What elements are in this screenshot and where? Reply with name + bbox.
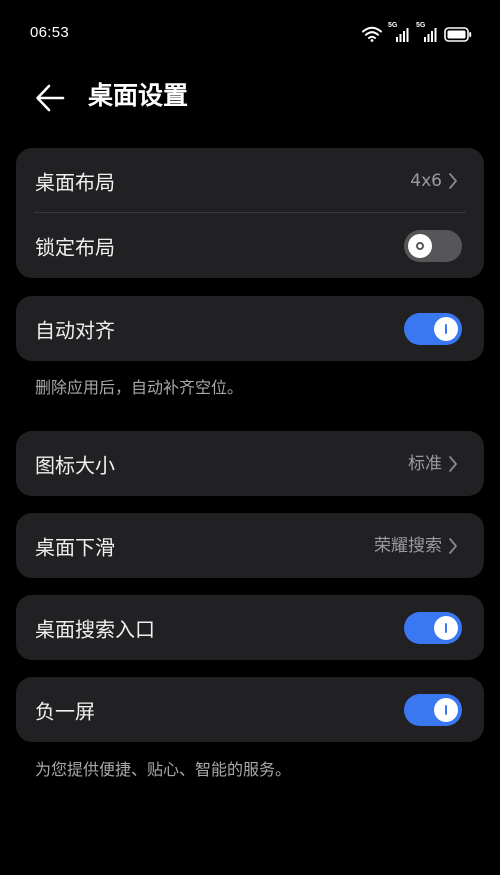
icon-size-card: 图标大小 标准 <box>16 431 484 496</box>
desktop-layout-value-text: 4x6 <box>410 170 442 191</box>
status-bar: 06:53 5G 5G <box>0 0 500 68</box>
search-entry-toggle[interactable] <box>404 611 462 644</box>
battery-icon <box>444 26 472 42</box>
swipe-down-value-text: 荣耀搜索 <box>374 535 442 556</box>
signal-icon: 5G <box>416 22 438 42</box>
swipe-down-row[interactable]: 桌面下滑 荣耀搜索 <box>16 513 484 578</box>
status-icons: 5G 5G <box>362 22 472 44</box>
auto-align-hint: 删除应用后，自动补齐空位。 <box>35 378 244 397</box>
status-time: 06:53 <box>30 24 70 41</box>
minus-one-screen-hint: 为您提供便捷、贴心、智能的服务。 <box>35 760 292 779</box>
minus-one-screen-label: 负一屏 <box>35 699 95 723</box>
swipe-down-value: 荣耀搜索 <box>374 536 458 556</box>
auto-align-toggle[interactable] <box>404 312 462 345</box>
search-entry-row: 桌面搜索入口 <box>16 595 484 660</box>
lock-layout-label: 锁定布局 <box>35 235 115 259</box>
desktop-layout-label: 桌面布局 <box>35 170 115 194</box>
signal-icon: 5G <box>388 22 410 42</box>
chevron-right-icon <box>449 455 457 472</box>
wifi-icon <box>362 26 382 42</box>
toggle-knob <box>408 233 432 258</box>
icon-size-row[interactable]: 图标大小 标准 <box>16 431 484 496</box>
icon-size-value-text: 标准 <box>408 453 442 474</box>
minus-one-screen-card: 负一屏 <box>16 677 484 742</box>
chevron-right-icon <box>449 537 457 554</box>
swipe-down-label: 桌面下滑 <box>35 535 115 559</box>
icon-size-label: 图标大小 <box>35 453 115 477</box>
arrow-left-icon <box>36 84 65 112</box>
minus-one-screen-row: 负一屏 <box>16 677 484 742</box>
toggle-knob <box>434 697 458 722</box>
minus-one-screen-toggle[interactable] <box>404 693 462 726</box>
layout-card: 桌面布局 4x6 锁定布局 <box>16 148 484 278</box>
lock-layout-toggle[interactable] <box>404 229 462 262</box>
search-entry-card: 桌面搜索入口 <box>16 595 484 660</box>
desktop-layout-row[interactable]: 桌面布局 4x6 <box>16 148 484 213</box>
auto-align-row: 自动对齐 <box>16 296 484 361</box>
swipe-down-card: 桌面下滑 荣耀搜索 <box>16 513 484 578</box>
toggle-knob <box>434 316 458 341</box>
icon-size-value: 标准 <box>408 454 458 474</box>
auto-align-card: 自动对齐 <box>16 296 484 361</box>
back-button[interactable] <box>30 78 70 118</box>
chevron-right-icon <box>449 172 457 189</box>
network-type-label: 5G <box>388 22 398 29</box>
search-entry-label: 桌面搜索入口 <box>35 617 155 641</box>
network-type-label: 5G <box>416 22 426 29</box>
lock-layout-row: 锁定布局 <box>16 213 484 278</box>
auto-align-label: 自动对齐 <box>35 318 115 342</box>
page-title: 桌面设置 <box>88 81 189 110</box>
desktop-layout-value: 4x6 <box>410 171 458 191</box>
header: 桌面设置 <box>0 68 500 124</box>
toggle-knob <box>434 615 458 640</box>
